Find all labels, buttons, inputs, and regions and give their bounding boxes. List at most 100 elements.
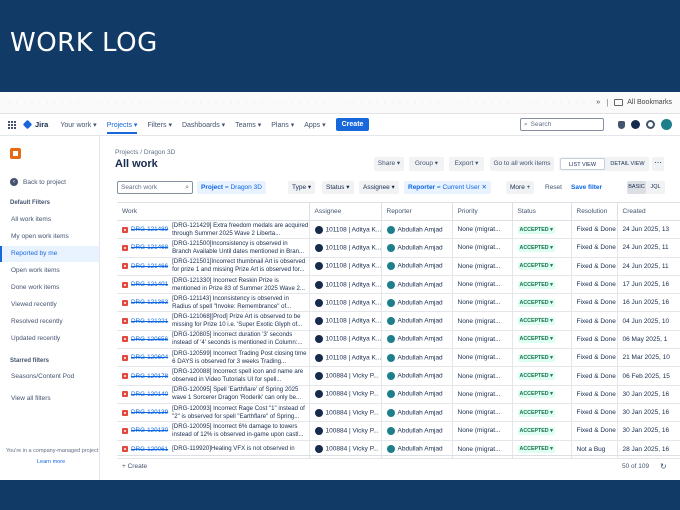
work-cell[interactable]: DRG-121468 [DRG-121500]Inconsistency is o… (117, 238, 310, 258)
save-filter-button[interactable]: Save filter (571, 181, 602, 194)
back-to-project-link[interactable]: ‹ Back to project (10, 178, 66, 186)
reporter-cell[interactable]: Abdullah Amjad (381, 275, 453, 295)
reporter-cell[interactable]: Abdullah Amjad (381, 385, 453, 404)
assignee-cell[interactable]: 100884 | Vicky P... (309, 366, 382, 386)
column-header-assignee[interactable]: Assignee (309, 202, 382, 221)
reporter-filter-chip[interactable]: Reporter = Current User ✕ (404, 181, 491, 194)
column-header-status[interactable]: Status (512, 202, 572, 221)
column-header-reporter[interactable]: Reporter (381, 202, 453, 221)
refresh-icon[interactable]: ↻ (660, 462, 667, 471)
jql-mode-button[interactable]: JQL (646, 181, 665, 194)
reporter-cell[interactable]: Abdullah Amjad (381, 311, 453, 331)
settings-gear-icon[interactable] (646, 120, 655, 129)
assignee-cell[interactable]: 101108 | Aditya K... (309, 348, 382, 368)
more-filters-button[interactable]: More + (506, 181, 535, 194)
work-cell[interactable]: DRG-120604 [DRG-120599] Incorrect Trading… (117, 348, 310, 368)
assignee-cell[interactable]: 101108 | Aditya K... (309, 220, 382, 240)
work-item-summary[interactable]: [DRG-120088] Incorrect spell icon and na… (172, 368, 308, 384)
table-row[interactable]: DRG-120140 [DRG-120095] Spell 'Earthflare… (117, 385, 680, 404)
work-item-summary[interactable]: [DRG-121500]Inconsistency is observed in… (172, 240, 308, 256)
priority-cell[interactable]: None (migrat... (452, 311, 513, 331)
status-cell[interactable]: ACCEPTED ▾ (512, 275, 572, 295)
table-row[interactable]: DRG-121401 [DRG-121330] Incorrect Reskin … (117, 275, 680, 295)
priority-cell[interactable]: None (migrat... (452, 366, 513, 386)
assignee-cell[interactable]: 101108 | Aditya K... (309, 257, 382, 276)
table-row[interactable]: DRG-120656 [DRG-120805] Incorrect duratio… (117, 330, 680, 350)
status-badge[interactable]: ACCEPTED ▾ (517, 426, 555, 435)
sidebar-item-resolved-recently[interactable]: Resolved recently (0, 314, 99, 330)
status-badge[interactable]: ACCEPTED ▾ (517, 408, 555, 417)
status-cell[interactable]: ACCEPTED ▾ (512, 421, 572, 441)
priority-cell[interactable]: None (migrat... (452, 293, 513, 313)
work-item-summary[interactable]: [DRG-120095] Incorrect 6% damage to towe… (172, 423, 308, 439)
work-item-key[interactable]: DRG-121363 (131, 299, 168, 306)
status-cell[interactable]: ACCEPTED ▾ (512, 330, 572, 350)
clear-reporter-icon[interactable]: ✕ (482, 184, 487, 191)
status-badge[interactable]: ACCEPTED ▾ (517, 262, 555, 271)
work-cell[interactable]: DRG-121489 [DRG-121429] Extra freedom med… (117, 220, 310, 240)
bookmarks-overflow-icon[interactable]: » (596, 99, 600, 106)
status-cell[interactable]: ACCEPTED ▾ (512, 403, 572, 423)
work-item-key[interactable]: DRG-120139 (131, 409, 168, 416)
brand-name[interactable]: Jira (35, 120, 48, 129)
nav-filters[interactable]: Filters ▾ (147, 121, 172, 129)
reporter-cell[interactable]: Abdullah Amjad (381, 238, 453, 258)
nav-teams[interactable]: Teams ▾ (235, 121, 261, 129)
work-item-key[interactable]: DRG-121466 (131, 263, 168, 270)
reporter-cell[interactable]: Abdullah Amjad (381, 348, 453, 368)
view-all-filters-link[interactable]: View all filters (0, 391, 99, 407)
status-badge[interactable]: ACCEPTED ▾ (517, 280, 555, 289)
work-item-key[interactable]: DRG-121401 (131, 281, 168, 288)
work-item-key[interactable]: DRG-120061 (131, 446, 168, 453)
assignee-cell[interactable]: 100884 | Vicky P... (309, 421, 382, 441)
table-row[interactable]: DRG-121466 [DRG-121501]Incorrect thumbnai… (117, 257, 680, 276)
priority-cell[interactable]: None (migrat... (452, 348, 513, 368)
priority-cell[interactable]: None (migrat... (452, 257, 513, 276)
status-badge[interactable]: ACCEPTED ▾ (517, 298, 555, 307)
notifications-icon[interactable] (618, 120, 625, 129)
reporter-cell[interactable]: Abdullah Amjad (381, 403, 453, 423)
work-cell[interactable]: DRG-120656 [DRG-120805] Incorrect duratio… (117, 330, 310, 350)
status-badge[interactable]: ACCEPTED ▾ (517, 317, 555, 326)
status-cell[interactable]: ACCEPTED ▾ (512, 348, 572, 368)
nav-your-work[interactable]: Your work ▾ (60, 121, 96, 129)
reporter-cell[interactable]: Abdullah Amjad (381, 330, 453, 350)
work-item-key[interactable]: DRG-120604 (131, 354, 168, 361)
priority-cell[interactable]: None (migrat... (452, 238, 513, 258)
priority-cell[interactable]: None (migrat... (452, 330, 513, 350)
nav-apps[interactable]: Apps ▾ (304, 121, 325, 129)
work-item-summary[interactable]: [DRG-121068][Prod] Prize Art is observed… (172, 313, 308, 329)
all-bookmarks-link[interactable]: All Bookmarks (627, 99, 672, 106)
priority-cell[interactable]: None (migrat... (452, 403, 513, 423)
basic-mode-button[interactable]: BASIC (627, 181, 646, 194)
work-item-key[interactable]: DRG-120130 (131, 427, 168, 434)
status-badge[interactable]: ACCEPTED ▾ (517, 353, 555, 362)
reporter-cell[interactable]: Abdullah Amjad (381, 257, 453, 276)
work-item-summary[interactable]: [DRG-121143] Inconsistency is observed i… (172, 295, 308, 311)
column-header-work[interactable]: Work (117, 202, 310, 221)
sidebar-item-reported-by-me[interactable]: Reported by me (0, 246, 99, 262)
reporter-cell[interactable]: Abdullah Amjad (381, 421, 453, 441)
assignee-filter-button[interactable]: Assignee ▾ (359, 181, 399, 194)
work-item-key[interactable]: DRG-120178 (131, 373, 168, 380)
assignee-cell[interactable]: 101108 | Aditya K... (309, 311, 382, 331)
learn-more-link[interactable]: Learn more (37, 459, 65, 465)
assignee-cell[interactable]: 101108 | Aditya K... (309, 293, 382, 313)
status-cell[interactable]: ACCEPTED ▾ (512, 366, 572, 386)
work-cell[interactable]: DRG-120139 [DRG-120093] Incorrect Rage Co… (117, 403, 310, 423)
group-button[interactable]: Group ▾ (409, 157, 444, 171)
table-row[interactable]: DRG-120139 [DRG-120093] Incorrect Rage Co… (117, 403, 680, 423)
table-row[interactable]: DRG-120178 [DRG-120088] Incorrect spell i… (117, 366, 680, 386)
priority-cell[interactable]: None (migrat... (452, 220, 513, 240)
work-cell[interactable]: DRG-120140 [DRG-120095] Spell 'Earthflare… (117, 385, 310, 404)
column-header-created[interactable]: Created☰ (617, 202, 680, 221)
nav-projects[interactable]: Projects ▾ (106, 121, 138, 134)
work-cell[interactable]: DRG-121401 [DRG-121330] Incorrect Reskin … (117, 275, 310, 295)
status-cell[interactable]: ACCEPTED ▾ (512, 385, 572, 404)
work-search-input[interactable]: Search work ⌕ (117, 181, 193, 194)
table-row[interactable]: DRG-121221 [DRG-121068][Prod] Prize Art i… (117, 311, 680, 331)
global-search-input[interactable]: ⌕ Search (520, 118, 604, 131)
sidebar-item-open-work-items[interactable]: Open work items (0, 263, 99, 279)
work-item-summary[interactable]: [DRG-120599] Incorrect Trading Post clos… (172, 350, 308, 366)
table-row[interactable]: DRG-121363 [DRG-121143] Inconsistency is … (117, 293, 680, 313)
